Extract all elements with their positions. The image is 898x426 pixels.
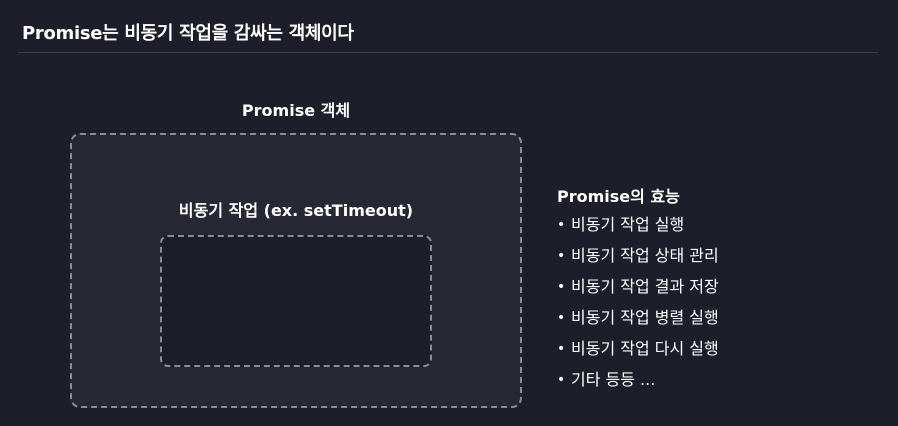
effects-item-label: 비동기 작업 실행 <box>571 215 685 234</box>
promise-object-label: Promise 객체 <box>241 101 351 120</box>
bullet-icon: • <box>557 372 566 388</box>
title-divider <box>18 52 878 53</box>
effects-list-item: • 비동기 작업 병렬 실행 <box>557 306 719 337</box>
effects-list-item: • 비동기 작업 실행 <box>557 213 719 244</box>
effects-list-item: • 기타 등등 ... <box>557 368 719 399</box>
effects-item-label: 기타 등등 ... <box>571 370 656 389</box>
effects-list-item: • 비동기 작업 상태 관리 <box>557 244 719 275</box>
async-task-label: 비동기 작업 (ex. setTimeout) <box>178 201 414 220</box>
effects-title: Promise의 효능 <box>557 187 680 206</box>
bullet-icon: • <box>557 310 566 326</box>
page-title: Promise는 비동기 작업을 감싸는 객체이다 <box>22 23 354 44</box>
effects-list-item: • 비동기 작업 결과 저장 <box>557 275 719 306</box>
bullet-icon: • <box>557 248 566 264</box>
effects-list-item: • 비동기 작업 다시 실행 <box>557 337 719 368</box>
effects-item-label: 비동기 작업 상태 관리 <box>571 246 719 265</box>
effects-item-label: 비동기 작업 다시 실행 <box>571 339 719 358</box>
effects-item-label: 비동기 작업 병렬 실행 <box>571 308 719 327</box>
effects-list: • 비동기 작업 실행 • 비동기 작업 상태 관리 • 비동기 작업 결과 저장 •… <box>557 213 719 399</box>
bullet-icon: • <box>557 279 566 295</box>
async-task-box <box>160 235 432 367</box>
bullet-icon: • <box>557 341 566 357</box>
bullet-icon: • <box>557 217 566 233</box>
effects-item-label: 비동기 작업 결과 저장 <box>571 277 719 296</box>
